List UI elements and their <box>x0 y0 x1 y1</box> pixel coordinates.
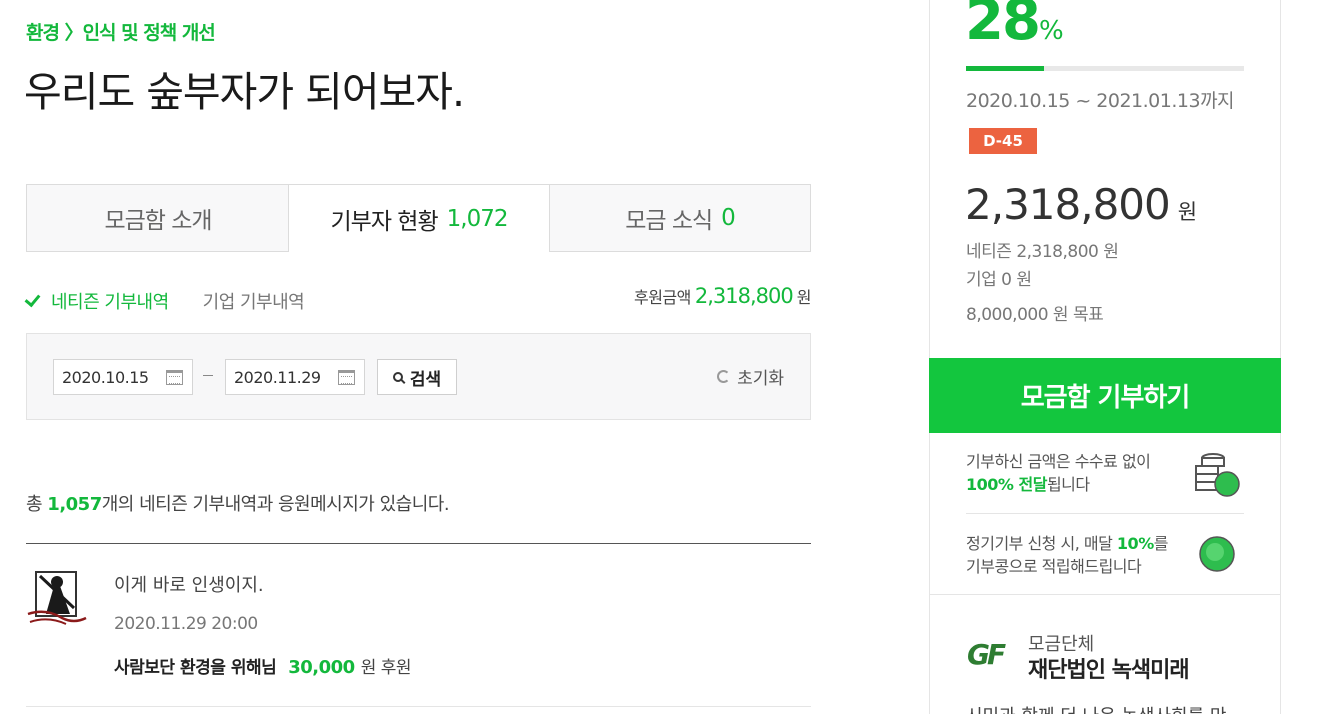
tab-bar: 모금함 소개 기부자 현황 1,072 모금 소식 0 <box>26 184 811 252</box>
org-logo: GF <box>967 638 1006 671</box>
raised-amount-value: 2,318,800 <box>965 180 1171 229</box>
regular-info-suffix: 를 <box>1153 534 1169 553</box>
list-divider <box>26 706 811 707</box>
raised-amount: 2,318,800 원 <box>965 180 1197 229</box>
raised-amount-unit: 원 <box>1177 200 1197 224</box>
regular-info-highlight: 10% <box>1116 534 1154 553</box>
date-from-value: 2020.10.15 <box>62 367 149 387</box>
total-amount-label: 후원금액 <box>633 288 691 307</box>
tab-intro-label: 모금함 소개 <box>104 208 212 234</box>
filter-company[interactable]: 기업 기부내역 <box>203 288 305 314</box>
org-description: 시민과 함께 더 나은 녹색사회를 만 <box>966 702 1226 714</box>
summary-count: 1,057 <box>47 494 102 515</box>
date-from-input[interactable]: 2020.10.15 <box>53 359 193 395</box>
netizen-amount: 네티즌 2,318,800 원 <box>966 242 1119 262</box>
dday-badge: D-45 <box>969 128 1037 154</box>
summary-prefix: 총 <box>26 494 48 515</box>
tab-underline <box>26 251 288 252</box>
total-amount-value: 2,318,800 <box>694 284 794 308</box>
reset-button[interactable]: 초기화 <box>717 364 784 389</box>
percent-sign: % <box>1038 16 1064 46</box>
fee-info-rest: 됩니다 <box>1046 475 1090 494</box>
avatar <box>26 568 88 630</box>
donation-filter: 네티즌 기부내역 기업 기부내역 <box>24 288 305 314</box>
filter-netizen[interactable]: 네티즌 기부내역 <box>24 288 169 314</box>
date-range-dash <box>203 375 213 376</box>
company-amount: 기업 0 원 <box>966 270 1032 290</box>
total-amount: 후원금액 2,318,800 원 <box>633 284 812 308</box>
donation-summary: 총 1,057개의 네티즌 기부내역과 응원메시지가 있습니다. <box>26 490 450 516</box>
donate-button[interactable]: 모금함 기부하기 <box>929 358 1281 433</box>
filter-netizen-label: 네티즌 기부내역 <box>51 292 169 313</box>
regular-donation-info: 정기기부 신청 시, 매달 10%를 기부콩으로 적립해드립니다 <box>966 532 1168 578</box>
progress-percent: 28% <box>965 0 1064 53</box>
tab-intro[interactable]: 모금함 소개 <box>26 184 289 252</box>
donation-amount-suffix: 원 후원 <box>360 658 412 678</box>
regular-info-prefix: 정기기부 신청 시, 매달 <box>966 534 1117 553</box>
tab-donors-count: 1,072 <box>446 205 509 232</box>
tab-news-label: 모금 소식 <box>625 208 713 234</box>
regular-info-line2: 기부콩으로 적립해드립니다 <box>966 557 1142 576</box>
tab-donors-label: 기부자 현황 <box>330 208 439 235</box>
comment-donation: 사람보단 환경을 위해님 30,000 원 후원 <box>114 653 412 678</box>
donor-name: 사람보단 환경을 위해님 <box>114 658 277 678</box>
fee-info-line1: 기부하신 금액은 수수료 없이 <box>966 452 1151 471</box>
refresh-icon <box>717 370 731 383</box>
calendar-icon[interactable] <box>338 370 355 385</box>
search-button-label: 검색 <box>409 369 442 390</box>
comment-message: 이게 바로 인생이지. <box>114 575 264 596</box>
campaign-period: 2020.10.15 ~ 2021.01.13까지 <box>966 90 1235 112</box>
tab-underline <box>550 251 811 252</box>
search-panel: 2020.10.15 2020.11.29 검색 초기화 <box>26 333 811 420</box>
org-divider <box>930 594 1280 595</box>
info-divider <box>966 513 1244 514</box>
page-title: 우리도 숲부자가 되어보자. <box>24 68 465 116</box>
search-icon <box>392 372 403 382</box>
goal-amount: 8,000,000 원 목표 <box>966 305 1104 325</box>
list-top-divider <box>26 543 811 544</box>
tab-donors[interactable]: 기부자 현황 1,072 <box>288 184 550 252</box>
date-to-value: 2020.11.29 <box>234 367 321 387</box>
search-button[interactable]: 검색 <box>377 359 457 395</box>
date-to-input[interactable]: 2020.11.29 <box>225 359 365 395</box>
coins-icon <box>1191 450 1241 500</box>
bean-coin-icon <box>1195 532 1239 576</box>
summary-suffix: 개의 네티즌 기부내역과 응원메시지가 있습니다. <box>101 494 450 515</box>
progress-fill <box>966 66 1044 71</box>
breadcrumb[interactable]: 환경 〉인식 및 정책 개선 <box>26 18 216 45</box>
comment-date: 2020.11.29 20:00 <box>114 614 258 634</box>
calendar-icon[interactable] <box>166 370 183 385</box>
progress-percent-value: 28 <box>965 0 1041 53</box>
tab-news-count: 0 <box>721 205 736 231</box>
fee-info: 기부하신 금액은 수수료 없이 100% 전달됩니다 <box>966 450 1151 496</box>
reset-button-label: 초기화 <box>737 369 784 389</box>
donation-amount: 30,000 <box>288 657 355 678</box>
check-icon <box>24 290 41 308</box>
tab-news[interactable]: 모금 소식 0 <box>550 184 811 252</box>
total-amount-unit: 원 <box>796 288 812 307</box>
org-name[interactable]: 재단법인 녹색미래 <box>1028 652 1190 684</box>
progress-bar <box>966 66 1244 71</box>
fee-info-highlight: 100% 전달 <box>966 475 1047 494</box>
